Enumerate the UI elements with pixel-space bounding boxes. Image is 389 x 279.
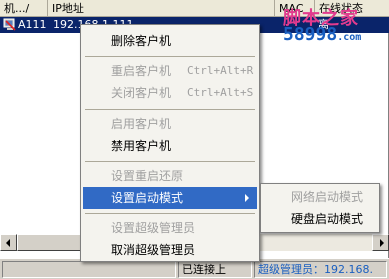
menu-item-label: 设置启动模式 [111,191,184,205]
menu-separator [85,109,255,110]
arrow-right-icon [380,239,384,247]
menu-item-label: 设置重启还原 [111,169,184,183]
menu-separator [85,161,255,162]
menu-item-delete-client[interactable]: 删除客户机 [83,30,257,52]
menu-item-set-super-admin[interactable]: 设置超级管理员 [83,217,257,239]
boot-mode-submenu: 网络启动模式 硬盘启动模式 [260,183,380,233]
menu-item-label: 关闭客户机 [111,86,172,100]
watermark-number: 58998 [283,24,338,45]
menu-item-label: 删除客户机 [111,34,172,48]
menu-item-label: 设置超级管理员 [111,221,196,235]
menu-shortcut: Ctrl+Alt+S [187,86,254,99]
scroll-left-button[interactable] [0,234,17,251]
submenu-item-label: 硬盘启动模式 [291,212,364,226]
watermark-suffix: .com [337,32,362,43]
menu-separator [85,213,255,214]
menu-item-enable-client[interactable]: 启用客户机 [83,113,257,135]
submenu-item-disk-boot[interactable]: 硬盘启动模式 [263,208,377,230]
menu-item-label: 取消超级管理员 [111,243,196,257]
computer-icon [3,18,16,31]
menu-item-label: 禁用客户机 [111,139,172,153]
status-pane-empty [2,261,176,278]
menu-item-shutdown-client[interactable]: 关闭客户机 Ctrl+Alt+S [83,82,257,104]
menu-item-label: 启用客户机 [111,117,172,131]
arrow-left-icon [6,239,10,247]
watermark-line2: 58998.com [283,24,361,45]
menu-item-disable-client[interactable]: 禁用客户机 [83,135,257,157]
context-menu: 删除客户机 重启客户机 Ctrl+Alt+R 关闭客户机 Ctrl+Alt+S 启用… [80,24,260,262]
scroll-right-button[interactable] [372,234,389,251]
menu-item-label: 重启客户机 [111,64,172,78]
submenu-item-label: 网络启动模式 [291,190,364,204]
submenu-arrow-icon [245,194,249,202]
admin-status: 超级管理员：192.168. [254,261,387,278]
column-header-ip[interactable]: IP地址 [48,0,275,17]
column-header-name[interactable]: 机.../ [0,0,48,17]
menu-shortcut: Ctrl+Alt+R [187,64,254,77]
menu-item-set-restart-restore[interactable]: 设置重启还原 [83,165,257,187]
menu-separator [85,56,255,57]
submenu-item-network-boot[interactable]: 网络启动模式 [263,186,377,208]
scroll-thumb[interactable] [17,234,87,251]
site-watermark: 脚本之家 58998.com [283,4,387,48]
row-name: A111 [18,18,47,31]
menu-item-cancel-super-admin[interactable]: 取消超级管理员 [83,239,257,261]
menu-item-restart-client[interactable]: 重启客户机 Ctrl+Alt+R [83,60,257,82]
menu-item-set-boot-mode[interactable]: 设置启动模式 [83,187,257,209]
connection-status: 已连接上 [178,261,252,278]
